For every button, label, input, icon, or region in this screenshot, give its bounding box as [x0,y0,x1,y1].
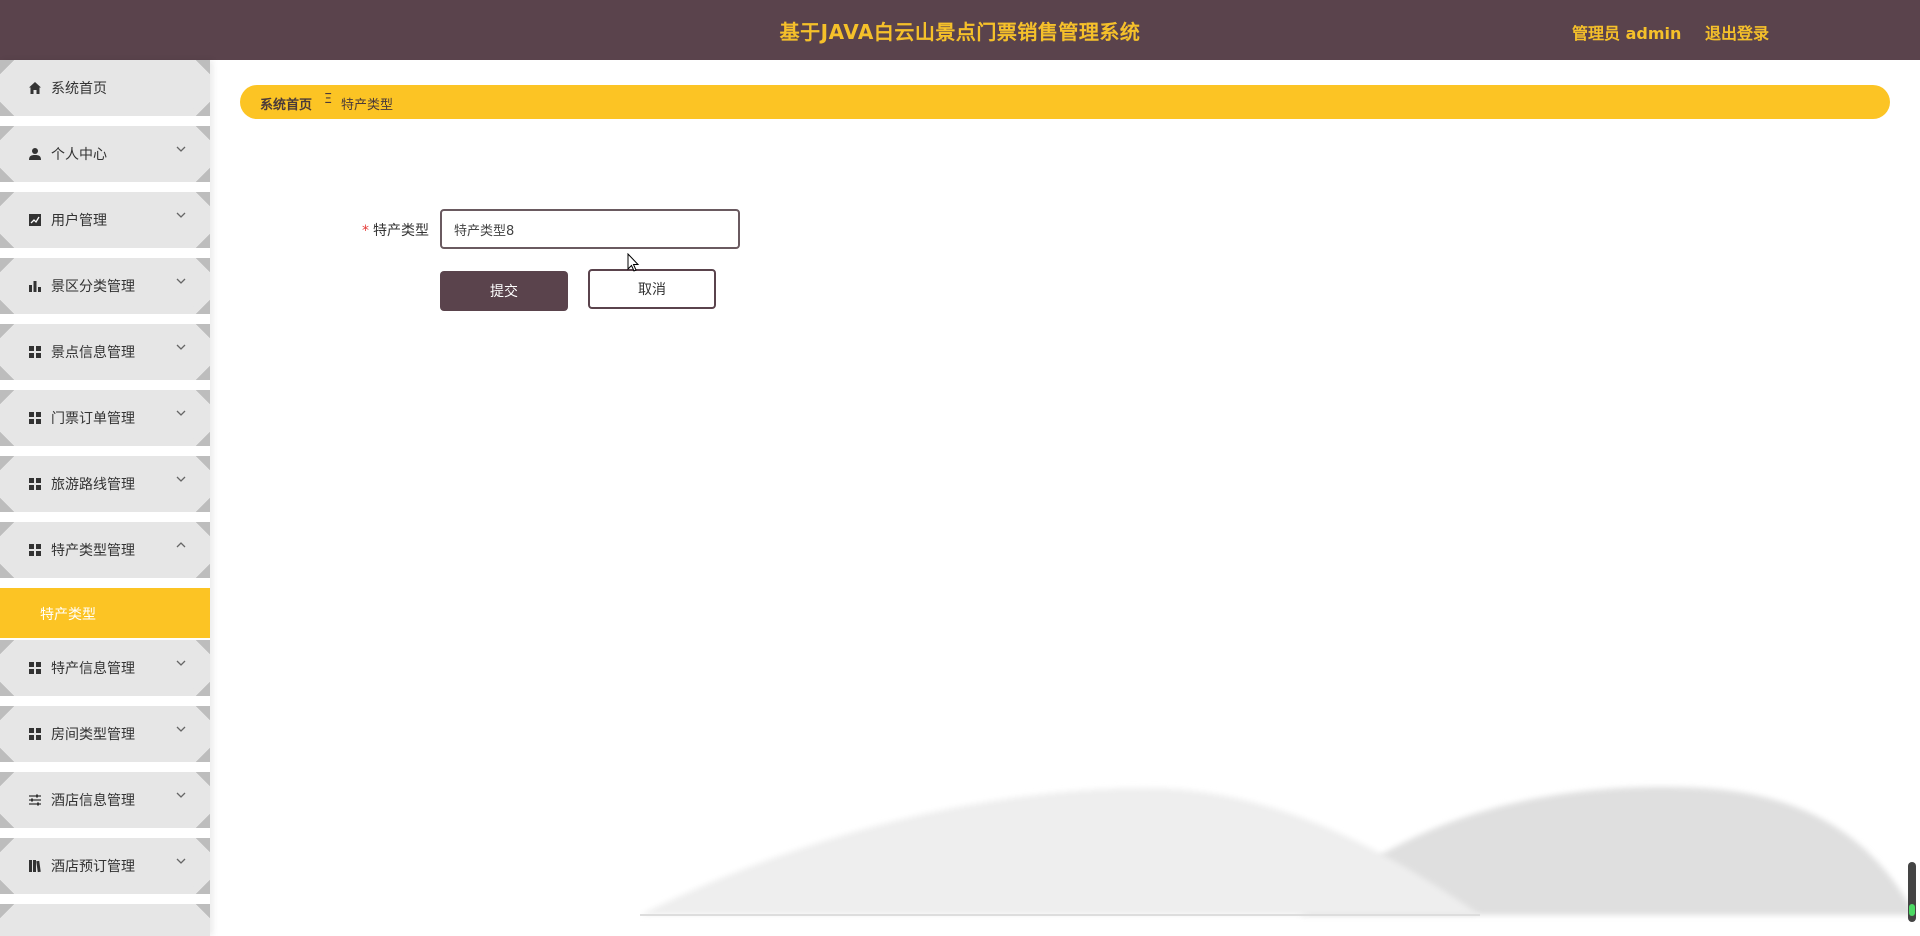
sidebar-item-specialty-info[interactable]: 特产信息管理 [0,640,210,696]
sidebar-item-users[interactable]: 用户管理 [0,192,210,248]
specialty-type-label-text: 特产类型 [373,223,429,239]
grid-icon [29,478,41,490]
sidebar-item-personal-center[interactable]: 个人中心 [0,126,210,182]
sidebar-item-label: 门票订单管理 [51,411,135,427]
chevron-down-icon [176,212,186,218]
sidebar-item-label: 旅游路线管理 [51,477,135,493]
sidebar-item-bg [6,908,204,936]
hills-decoration [640,787,1915,916]
cancel-button[interactable]: 取消 [588,269,716,309]
sidebar-item-scenic-category[interactable]: 景区分类管理 [0,258,210,314]
bar-chart-icon [29,281,41,292]
sidebar-item-label: 特产类型管理 [51,543,135,559]
breadcrumb: 系统首页 Ξ 特产类型 [240,85,1890,119]
specialty-type-input[interactable] [440,209,740,249]
breadcrumb-current: 特产类型 [341,98,394,113]
scrollbar-thumb[interactable] [1909,904,1915,916]
required-mark: * [362,223,369,239]
sidebar-item-more[interactable] [0,904,210,936]
sidebar-item-home[interactable]: 系统首页 [0,60,210,116]
chevron-down-icon [176,476,186,482]
chevron-down-icon [176,344,186,350]
sidebar-item-travel-routes[interactable]: 旅游路线管理 [0,456,210,512]
chevron-down-icon [176,278,186,284]
grid-icon [29,346,41,358]
logout-link[interactable]: 退出登录 [1705,20,1769,44]
sidebar-item-label: 特产信息管理 [51,661,135,677]
sidebar-item-hotel-info[interactable]: 酒店信息管理 [0,772,210,828]
chevron-down-icon [176,726,186,732]
chevron-up-icon [176,542,186,548]
home-icon [29,82,41,94]
header: 基于JAVA白云山景点门票销售管理系统 管理员 admin 退出登录 [0,0,1920,60]
chevron-down-icon [176,792,186,798]
sidebar-item-hotel-booking[interactable]: 酒店预订管理 [0,838,210,894]
book-icon [29,860,41,873]
grid-icon [29,728,41,740]
sidebar-item-label: 系统首页 [51,81,107,97]
breadcrumb-separator: Ξ [324,92,333,107]
sidebar: 系统首页 个人中心 用户管理 景区分类管理 景点信息管理 门票订单管理 旅游路线… [0,60,210,936]
sidebar-item-label: 房间类型管理 [51,727,135,743]
breadcrumb-home-link[interactable]: 系统首页 [260,94,312,113]
specialty-type-label: * 特产类型 [362,220,429,240]
sidebar-subitem-label: 特产类型 [40,607,96,623]
chevron-down-icon [176,410,186,416]
chevron-down-icon [176,858,186,864]
sidebar-item-label: 景区分类管理 [51,279,135,295]
sidebar-item-ticket-orders[interactable]: 门票订单管理 [0,390,210,446]
user-label: 管理员 admin [1572,24,1682,43]
sidebar-subitem-specialty-type[interactable]: 特产类型 [0,588,210,638]
grid-icon [29,544,41,556]
chart-line-icon [29,214,41,226]
submit-button[interactable]: 提交 [440,271,568,311]
person-icon [29,148,41,160]
sliders-icon [29,794,41,806]
chevron-down-icon [176,146,186,152]
sidebar-item-room-type[interactable]: 房间类型管理 [0,706,210,762]
mouse-cursor-icon [627,253,640,272]
sidebar-item-label: 酒店信息管理 [51,793,135,809]
sidebar-item-label: 用户管理 [51,213,107,229]
grid-icon [29,412,41,424]
sidebar-item-scenic-info[interactable]: 景点信息管理 [0,324,210,380]
grid-icon [29,662,41,674]
sidebar-item-label: 景点信息管理 [51,345,135,361]
sidebar-item-label: 酒店预订管理 [51,859,135,875]
chevron-down-icon [176,660,186,666]
sidebar-item-label: 个人中心 [51,147,107,163]
sidebar-item-specialty-type[interactable]: 特产类型管理 [0,522,210,578]
